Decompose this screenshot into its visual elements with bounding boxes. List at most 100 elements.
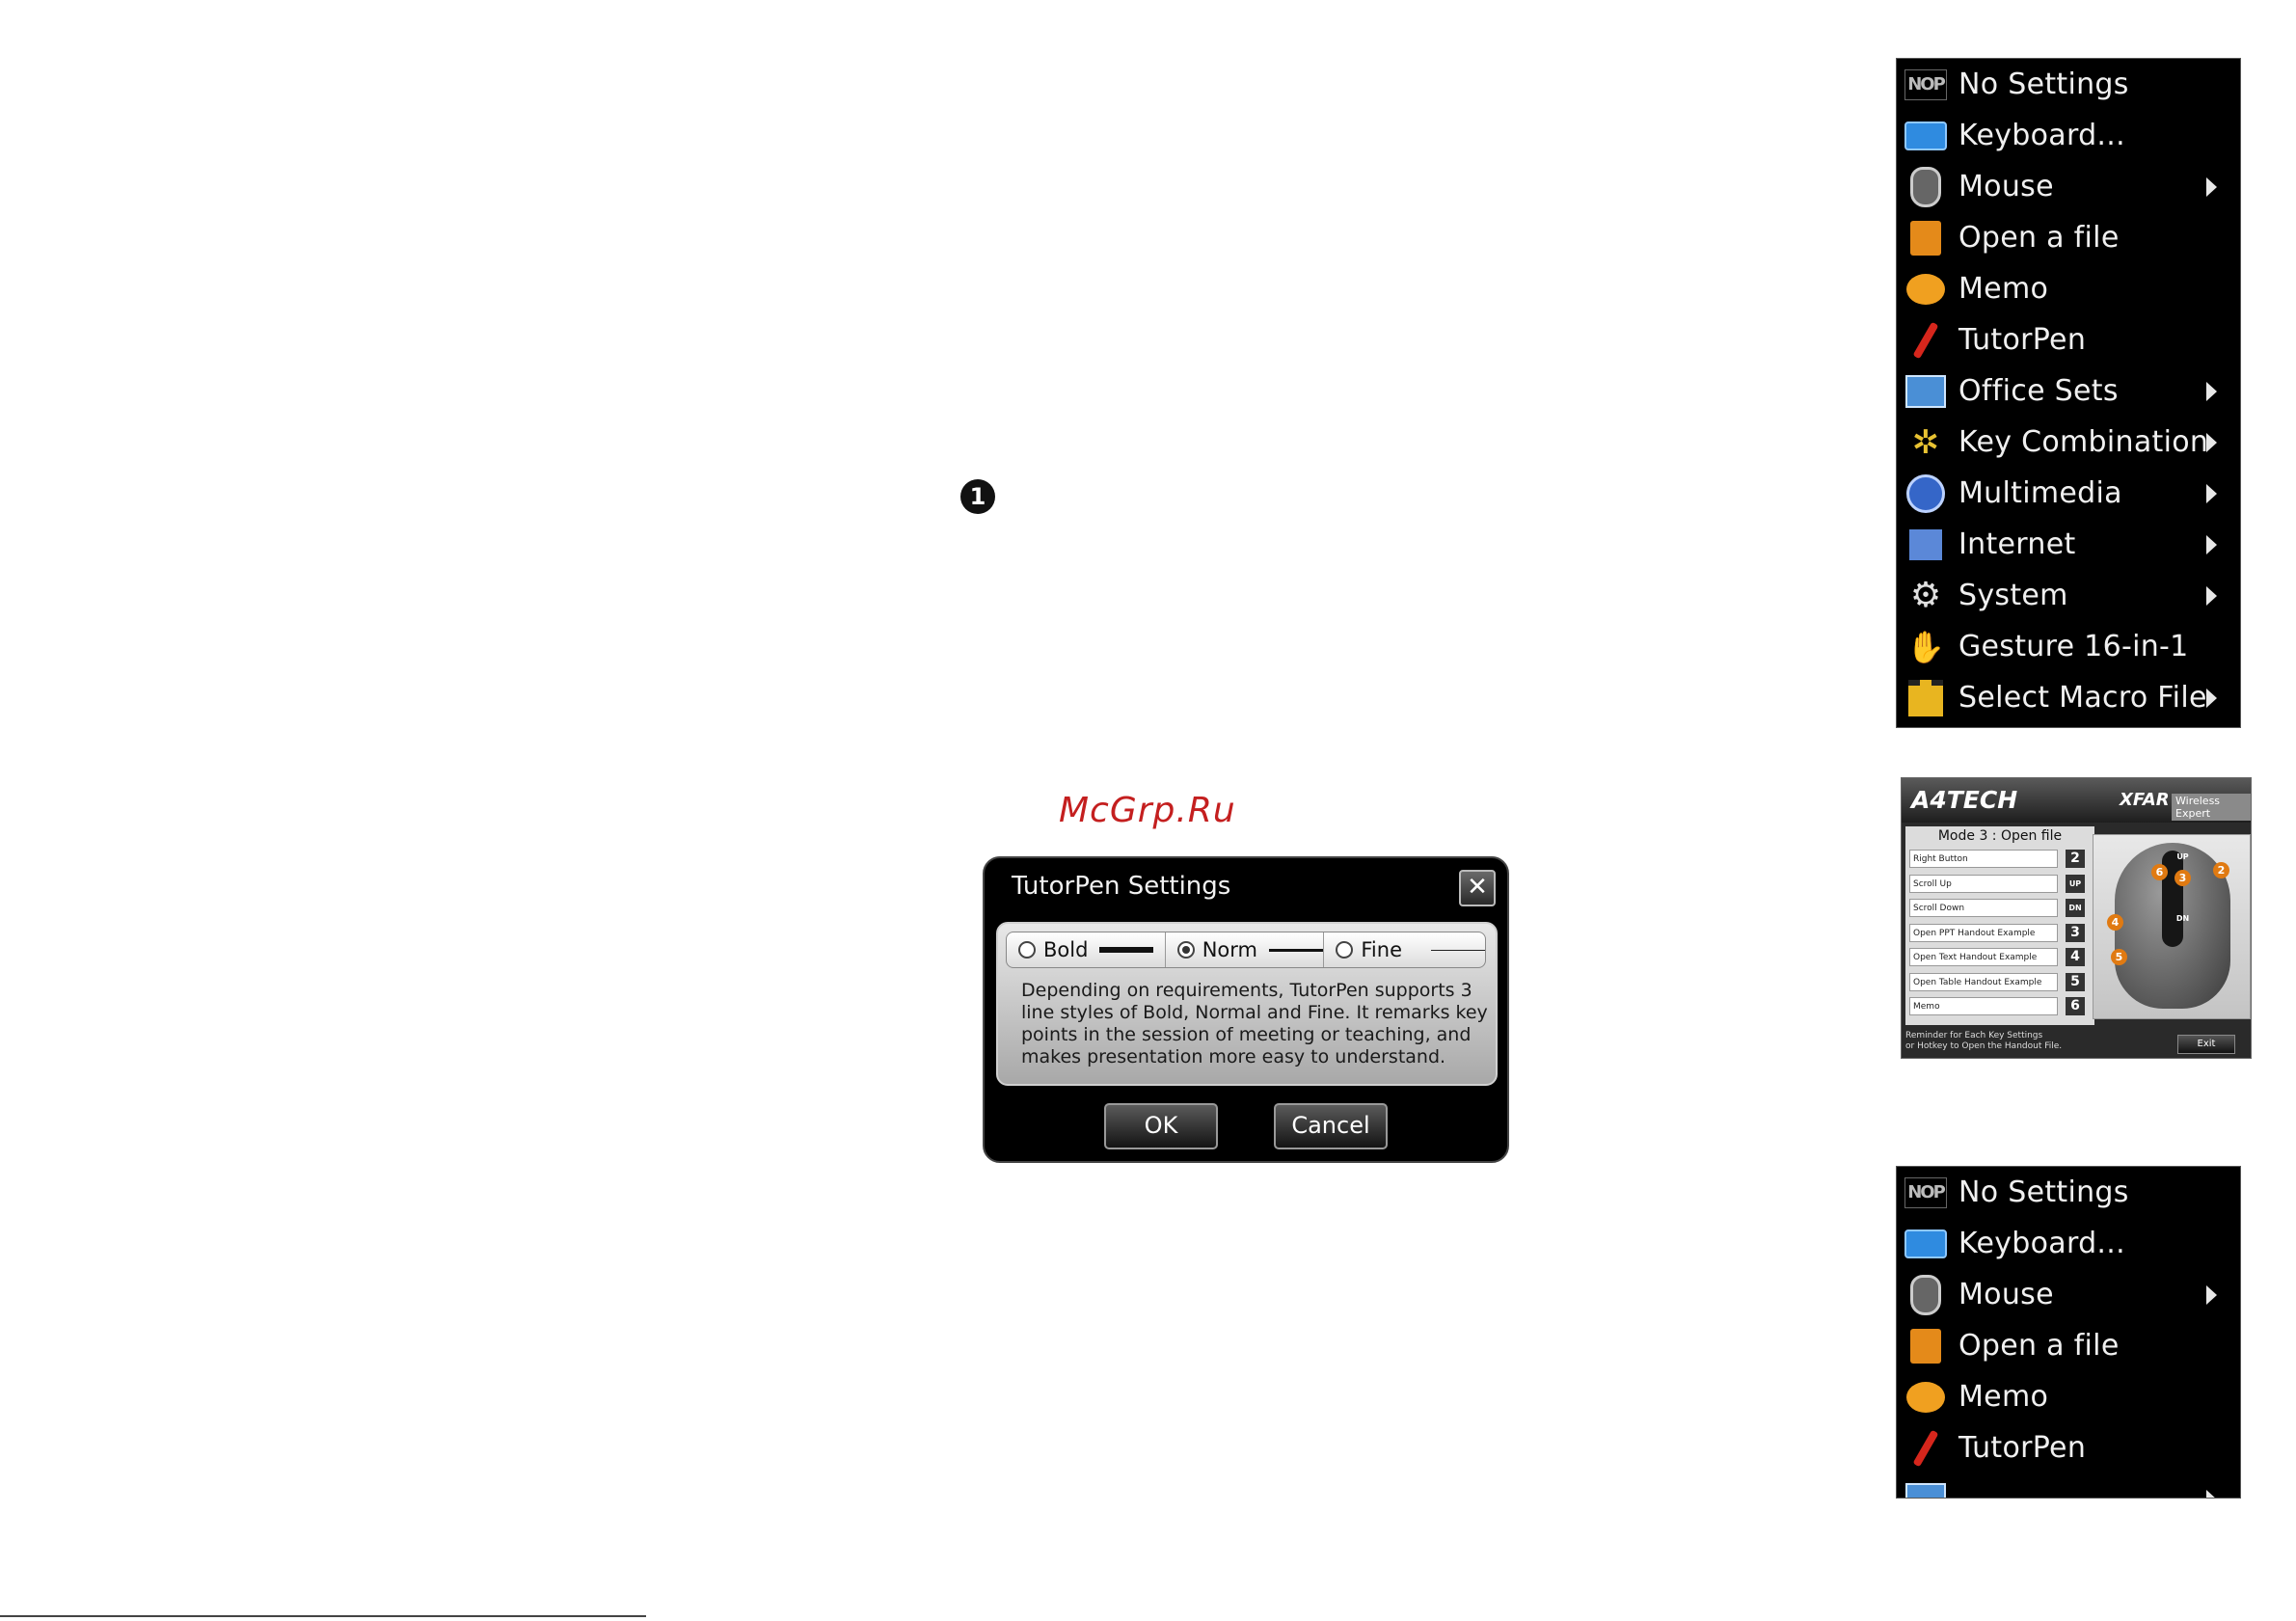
close-icon[interactable]: ✕: [1459, 870, 1496, 906]
menu-item-label: No Settings: [1958, 1175, 2129, 1209]
menu-item-open-a-file[interactable]: Open a file: [1897, 212, 2240, 263]
menu-item-label: No Settings: [1958, 68, 2129, 101]
key-settings-list: Mode 3 : Open file Right Button 2 Scroll…: [1905, 826, 2094, 1025]
menu-item-select-macro-file[interactable]: Select Macro File: [1897, 672, 2240, 723]
key-function-field[interactable]: Open Text Handout Example: [1909, 948, 2058, 966]
menu-item-gesture[interactable]: ✋ Gesture 16-in-1: [1897, 621, 2240, 672]
mouse-diagram: 6 2 3 4 5 UP DN: [2093, 834, 2251, 1019]
radio-fine[interactable]: [1336, 941, 1354, 959]
submenu-arrow-icon: [2206, 382, 2217, 401]
menu-item-label: Open a file: [1958, 1329, 2120, 1363]
memo-icon: [1904, 1379, 1947, 1416]
pen-icon: [1904, 321, 1947, 359]
fine-line-preview: [1431, 949, 1485, 951]
footnote-divider: [0, 1615, 646, 1617]
panel-header: A4TECH XFAR Wireless Expert: [1902, 778, 2251, 823]
key-row: Scroll Down DN: [1905, 897, 2094, 922]
style-option-bold[interactable]: Bold: [1007, 932, 1166, 967]
menu-item-system[interactable]: ⚙ System: [1897, 570, 2240, 621]
key-function-field[interactable]: Scroll Down: [1909, 899, 2058, 917]
style-option-fine[interactable]: Fine: [1324, 932, 1485, 967]
key-function-field[interactable]: Open PPT Handout Example: [1909, 923, 2058, 942]
submenu-arrow-icon: [2206, 586, 2217, 606]
office-icon: [1904, 373, 1947, 410]
norm-line-preview: [1268, 948, 1323, 952]
menu-item-tutorpen[interactable]: TutorPen: [1897, 314, 2240, 365]
dialog-title: TutorPen Settings: [1012, 872, 1231, 901]
mouse-marker: DN: [2175, 914, 2190, 923]
submenu-arrow-icon: [2206, 1490, 2217, 1498]
submenu-arrow-icon: [2206, 689, 2217, 708]
dialog-description: Depending on requirements, TutorPen supp…: [1021, 980, 1488, 1067]
menu-item-label: Key Combination: [1958, 425, 2209, 459]
menu-item-memo[interactable]: Memo: [1897, 1371, 2240, 1422]
line-style-selector: Bold Norm Fine: [1006, 932, 1486, 968]
mouse-marker: 4: [2107, 914, 2123, 931]
macro-icon: [1904, 679, 1947, 716]
key-number: 3: [2066, 923, 2085, 942]
menu-item-label: Office Sets: [1958, 374, 2119, 408]
menu-item-label: TutorPen: [1958, 1431, 2087, 1465]
style-option-norm[interactable]: Norm: [1166, 932, 1325, 967]
mouse-marker: 3: [2174, 870, 2191, 886]
mouse-icon: [1904, 1274, 1947, 1315]
key-row: Open Table Handout Example 5: [1905, 971, 2094, 996]
ok-button[interactable]: OK: [1104, 1103, 1218, 1149]
style-label-norm: Norm: [1202, 938, 1257, 961]
mouse-icon: [1904, 166, 1947, 207]
exit-button[interactable]: Exit: [2177, 1035, 2235, 1054]
menu-item-mouse[interactable]: Mouse: [1897, 161, 2240, 212]
memo-icon: [1904, 271, 1947, 308]
menu-item-key-combination[interactable]: ✲ Key Combination: [1897, 417, 2240, 468]
nop-icon: NOP: [1904, 1175, 1947, 1211]
menu-item-office-sets[interactable]: Office Sets: [1897, 365, 2240, 417]
menu-item-open-a-file[interactable]: Open a file: [1897, 1320, 2240, 1371]
radio-bold[interactable]: [1018, 941, 1036, 959]
menu-item-label: Open a file: [1958, 221, 2120, 255]
key-number: 2: [2066, 850, 2085, 868]
mouse-wheel-strip: [2162, 851, 2183, 947]
menu-item-label: Gesture 16-in-1: [1958, 630, 2189, 663]
pen-icon: [1904, 1429, 1947, 1467]
radio-norm[interactable]: [1176, 941, 1195, 959]
menu-item-office-sets-partial[interactable]: [1897, 1473, 2240, 1498]
mouse-marker: 5: [2111, 949, 2127, 965]
keyboard-icon: [1904, 118, 1947, 154]
cancel-button[interactable]: Cancel: [1274, 1103, 1388, 1149]
watermark-text: McGrp.Ru: [1059, 791, 1236, 830]
mouse-marker: UP: [2176, 852, 2189, 861]
key-function-field[interactable]: Memo: [1909, 997, 2058, 1015]
key-function-field[interactable]: Open Table Handout Example: [1909, 972, 2058, 991]
style-label-bold: Bold: [1043, 938, 1089, 961]
gear-icon: ⚙: [1909, 576, 1942, 615]
context-menu-cropped: NOP No Settings Keyboard... Mouse Open a…: [1896, 1166, 2241, 1499]
key-number: UP: [2066, 874, 2085, 893]
key-row: Scroll Up UP: [1905, 873, 2094, 898]
menu-item-no-settings[interactable]: NOP No Settings: [1897, 59, 2240, 110]
footer-line: Reminder for Each Key Settings: [1905, 1031, 2043, 1040]
menu-item-multimedia[interactable]: Multimedia: [1897, 468, 2240, 519]
menu-item-keyboard[interactable]: Keyboard...: [1897, 110, 2240, 161]
internet-icon: [1904, 527, 1947, 563]
tutorpen-settings-dialog: TutorPen Settings ✕ Bold Norm Fine Depen…: [983, 856, 1509, 1163]
menu-item-tutorpen[interactable]: TutorPen: [1897, 1422, 2240, 1473]
key-number: 5: [2066, 972, 2085, 991]
menu-item-keyboard[interactable]: Keyboard...: [1897, 1218, 2240, 1269]
menu-item-label: Keyboard...: [1958, 119, 2125, 152]
menu-item-mouse[interactable]: Mouse: [1897, 1269, 2240, 1320]
hand-icon: ✋: [1906, 628, 1945, 665]
product-tag: Wireless Expert: [2172, 794, 2251, 821]
menu-item-internet[interactable]: Internet: [1897, 519, 2240, 570]
key-row: Right Button 2: [1905, 848, 2094, 873]
nop-icon: NOP: [1904, 67, 1947, 103]
key-function-field[interactable]: Right Button: [1909, 850, 2058, 868]
key-combination-icon: ✲: [1911, 422, 1940, 462]
menu-item-no-settings[interactable]: NOP No Settings: [1897, 1167, 2240, 1218]
submenu-arrow-icon: [2206, 433, 2217, 452]
key-row: Open PPT Handout Example 3: [1905, 922, 2094, 947]
style-label-fine: Fine: [1361, 938, 1402, 961]
step-number-badge: 1: [960, 479, 995, 514]
menu-item-label: TutorPen: [1958, 323, 2087, 357]
key-function-field[interactable]: Scroll Up: [1909, 874, 2058, 893]
menu-item-memo[interactable]: Memo: [1897, 263, 2240, 314]
